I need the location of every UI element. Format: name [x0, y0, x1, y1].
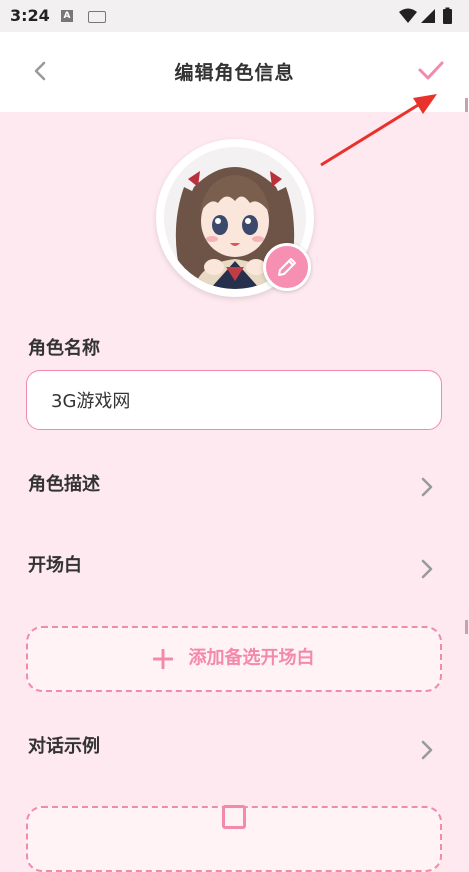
check-icon [418, 61, 444, 80]
name-label: 角色名称 [28, 338, 100, 359]
wifi-icon [399, 8, 417, 23]
status-icons [397, 6, 461, 30]
add-dialogue-button[interactable] [26, 804, 442, 872]
name-input[interactable] [26, 370, 442, 430]
edge-mark [465, 620, 468, 634]
opening-label[interactable]: 开场白 [28, 551, 82, 577]
page-title: 编辑角色信息 [174, 62, 295, 84]
add-opening-label: 添加备选开场白 [188, 647, 315, 669]
notification-a-icon: A [61, 10, 73, 22]
add-dialogue-icon [222, 804, 246, 829]
status-bar: 3:24 A [0, 0, 469, 32]
opening-chevron-right-icon[interactable] [418, 558, 436, 580]
edge-mark [465, 98, 468, 112]
description-label[interactable]: 角色描述 [28, 470, 100, 496]
annotation-arrow-icon [320, 94, 437, 167]
edit-avatar-button[interactable] [263, 243, 311, 291]
pencil-icon [278, 258, 296, 276]
dialogue-chevron-right-icon[interactable] [418, 739, 436, 761]
confirm-button[interactable] [417, 56, 445, 84]
status-time: 3:24 [10, 6, 50, 25]
dialogue-example-label[interactable]: 对话示例 [28, 732, 100, 758]
keyboard-icon [88, 11, 106, 23]
plus-icon [153, 648, 174, 669]
signal-icon [421, 9, 435, 23]
battery-icon [443, 9, 452, 24]
add-opening-button[interactable]: 添加备选开场白 [26, 626, 442, 692]
description-chevron-right-icon[interactable] [418, 476, 436, 498]
